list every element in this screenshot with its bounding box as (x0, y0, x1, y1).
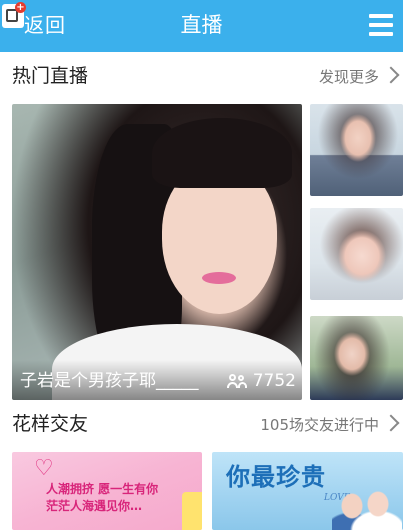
chevron-right-icon[interactable] (382, 66, 400, 84)
live-thumbnail-3[interactable] (310, 316, 403, 400)
banner-1-line-2: 茫茫人海遇见你… (46, 499, 143, 513)
hot-live-header: 热门直播 发现更多 (0, 54, 403, 98)
page-title: 直播 (180, 13, 223, 37)
viewer-count: 7752 (226, 370, 296, 392)
top-bar: + 返回 直播 (0, 0, 403, 52)
chevron-right-icon[interactable] (382, 414, 400, 432)
featured-caption-bar: 子岩是个男孩子耶_____ 7752 (12, 360, 302, 400)
banner-2-headline: 你最珍贵 (226, 463, 326, 491)
people-icon (226, 374, 247, 388)
dating-title: 花样交友 (12, 413, 89, 435)
viewer-count-value: 7752 (252, 371, 296, 391)
heart-icon: ♡ (34, 456, 54, 481)
hamburger-menu-icon[interactable] (369, 14, 393, 36)
live-thumbnail-2[interactable] (310, 208, 403, 300)
discover-more-link[interactable]: 发现更多 (319, 67, 379, 87)
banner-1-side-tag (182, 492, 202, 530)
live-thumbnail-1[interactable] (310, 104, 403, 196)
dating-count-link[interactable]: 105场交友进行中 (260, 415, 379, 435)
dating-banner-1[interactable]: ♡ 人潮拥挤 愿一生有你 茫茫人海遇见你… (12, 452, 202, 530)
couple-image (332, 490, 402, 530)
featured-live-card[interactable]: 子岩是个男孩子耶_____ 7752 (12, 104, 302, 400)
dating-banner-2[interactable]: 你最珍贵 LOVE (212, 452, 403, 530)
featured-stream-title: 子岩是个男孩子耶_____ (20, 371, 199, 391)
hot-live-title: 热门直播 (12, 65, 89, 87)
banner-1-line-1: 人潮拥挤 愿一生有你 (46, 482, 159, 496)
dating-header: 花样交友 105场交友进行中 (0, 402, 403, 446)
